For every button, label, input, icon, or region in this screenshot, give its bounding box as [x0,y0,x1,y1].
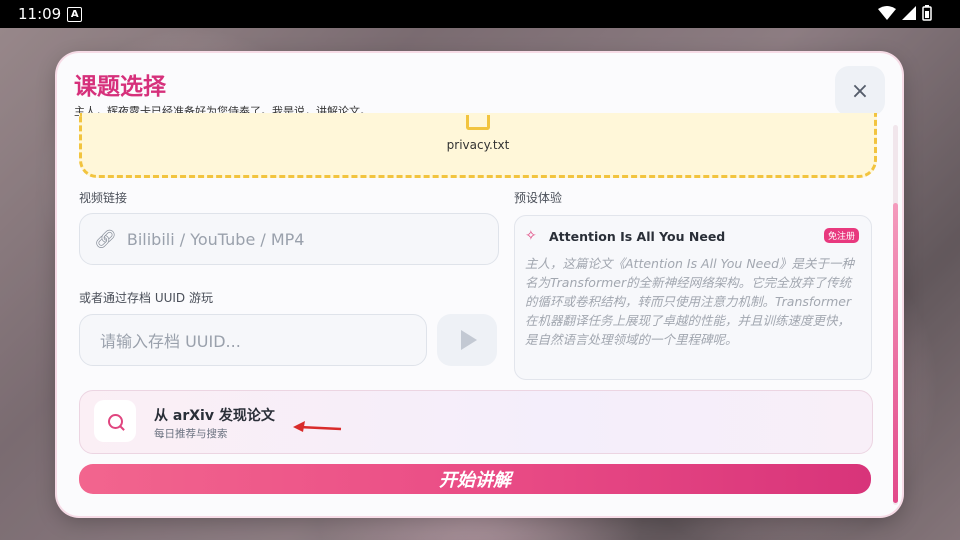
preset-card[interactable]: ✧ Attention Is All You Need 免注册 主人，这篇论文《… [514,215,872,380]
play-icon [461,330,477,350]
start-explain-button[interactable]: 开始讲解 [79,464,871,494]
arxiv-title: 从 arXiv 发现论文 [154,408,275,424]
no-signup-badge: 免注册 [824,228,860,243]
file-name: privacy.txt [446,138,510,152]
link-icon: 🔗︎ [94,228,117,250]
uuid-input[interactable]: 请输入存档 UUID... [79,314,427,366]
topic-select-dialog: 课题选择 主人，辉夜露卡已经准备好为您侍奉了。我是说，讲解论文。 × priva… [57,53,902,516]
arxiv-subtitle: 每日推荐与搜索 [154,428,228,440]
dialog-title: 课题选择 [74,74,166,100]
uuid-label: 或者通过存档 UUID 游玩 [79,291,213,305]
file-icon [466,115,490,130]
video-link-label: 视频链接 [79,191,128,205]
notification-icon: A [67,6,83,22]
status-bar: 11:09 A [0,0,960,28]
preset-label: 预设体验 [514,191,563,205]
video-link-placeholder: Bilibili / YouTube / MP4 [126,229,305,249]
preset-description: 主人，这篇论文《Attention Is All You Need》是关于一种名… [525,256,854,347]
sparkle-icon: ✧ [525,228,537,244]
uuid-placeholder: 请输入存档 UUID... [100,332,241,351]
close-button[interactable]: × [835,66,885,116]
wifi-icon [878,6,896,20]
arxiv-icon-box [94,400,136,442]
arxiv-discover-card[interactable]: 从 arXiv 发现论文 每日推荐与搜索 [79,390,873,454]
close-icon: × [850,78,870,104]
file-dropzone[interactable]: privacy.txt [79,113,877,178]
search-icon [107,413,123,429]
status-indicators [878,5,932,21]
scrollbar-thumb[interactable] [893,203,898,503]
signal-icon [902,6,916,20]
preset-title: Attention Is All You Need [549,229,726,244]
battery-icon [922,5,932,21]
status-time: 11:09 [18,5,62,23]
annotation-arrow-icon [293,421,342,432]
video-link-input[interactable]: 🔗︎ Bilibili / YouTube / MP4 [79,213,499,265]
play-button[interactable] [437,314,497,366]
